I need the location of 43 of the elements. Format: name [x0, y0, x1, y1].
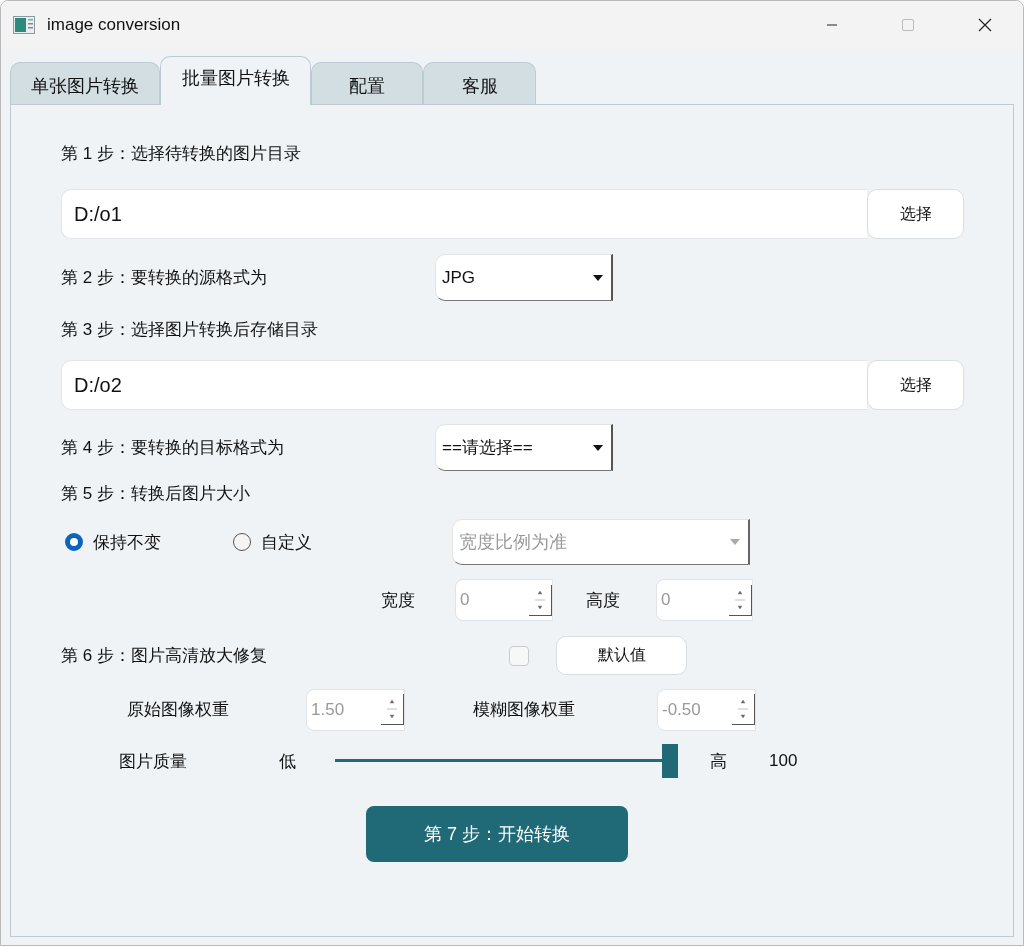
path-field[interactable]: D:/o1: [61, 189, 867, 239]
tab[interactable]: 客服: [423, 62, 536, 104]
step-label: 第 3 步：选择图片转换后存储目录: [61, 319, 318, 341]
quality-slider[interactable]: [335, 744, 678, 778]
format-dropdown[interactable]: JPG: [435, 254, 613, 301]
width-label: 宽度: [381, 589, 416, 612]
low-label: 低: [279, 750, 297, 773]
step-label: 第 1 步：选择待转换的图片目录: [61, 143, 301, 165]
checkbox[interactable]: [509, 645, 529, 666]
radio-label: 自定义: [261, 531, 312, 554]
slider-thumb[interactable]: [662, 744, 678, 778]
tab[interactable]: 配置: [311, 62, 423, 104]
choose-button[interactable]: 选择: [867, 189, 964, 239]
close-icon[interactable]: [978, 18, 992, 32]
start-button[interactable]: 第 7 步：开始转换: [366, 806, 628, 862]
quality-value: 100: [769, 751, 798, 771]
tab[interactable]: 单张图片转换: [10, 62, 160, 104]
tab[interactable]: 批量图片转换: [160, 56, 311, 105]
weight-label: 模糊图像权重: [473, 699, 576, 721]
weight-label: 原始图像权重: [127, 699, 230, 721]
radio-button[interactable]: [233, 533, 251, 551]
format-dropdown[interactable]: ==请选择==: [435, 424, 613, 471]
window-title: image conversion: [47, 15, 181, 35]
spinner-arrows-icon: [529, 584, 552, 616]
caret-icon: [593, 274, 603, 281]
quality-label: 图片质量: [119, 750, 188, 773]
default-button[interactable]: 默认值: [556, 636, 687, 675]
radio-label: 保持不变: [93, 531, 161, 554]
radio-button[interactable]: [65, 533, 83, 551]
spinner-arrows-icon: [732, 694, 755, 725]
spinner-arrows-icon: [381, 694, 404, 725]
caret-icon: [730, 539, 740, 545]
high-label: 高: [710, 750, 728, 773]
choose-button[interactable]: 选择: [867, 360, 964, 410]
app-icon: [13, 16, 35, 34]
step-label: 第 2 步：要转换的源格式为: [61, 267, 268, 289]
spinner-arrows-icon: [729, 584, 752, 616]
step-label: 第 6 步：图片高清放大修复: [61, 645, 268, 667]
path-field[interactable]: D:/o2: [61, 360, 867, 410]
step-label: 第 4 步：要转换的目标格式为: [61, 437, 285, 459]
step-label: 第 5 步：转换后图片大小: [61, 483, 250, 505]
height-label: 高度: [586, 589, 621, 612]
caret-icon: [593, 444, 603, 451]
